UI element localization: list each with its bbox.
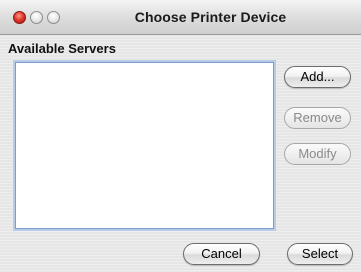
minimize-window-icon[interactable] [30,11,43,24]
choose-printer-device-window: Choose Printer Device Available Servers … [0,0,361,272]
cancel-button[interactable]: Cancel [183,243,260,265]
add-server-button[interactable]: Add... [284,66,351,88]
available-servers-label: Available Servers [8,41,116,56]
modify-server-button[interactable]: Modify [284,143,351,165]
window-title: Choose Printer Device [134,9,287,25]
close-window-icon[interactable] [13,11,26,24]
select-button[interactable]: Select [287,243,353,265]
zoom-window-icon[interactable] [47,11,60,24]
remove-server-button[interactable]: Remove [284,107,351,129]
title-bar[interactable]: Choose Printer Device [0,0,361,35]
available-servers-list[interactable] [15,62,274,229]
